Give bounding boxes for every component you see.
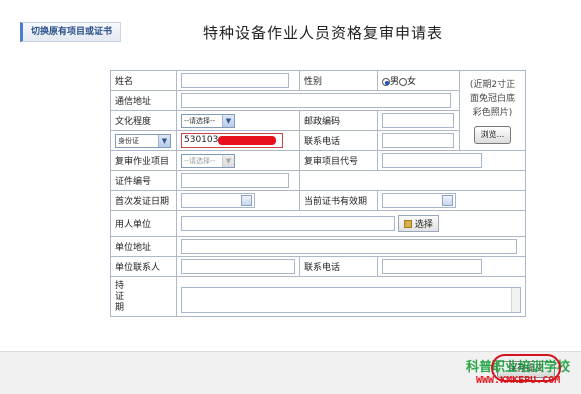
- calendar-icon[interactable]: [241, 195, 252, 206]
- row-name: 姓名 性别 男女 (近期2寸正面免冠白底彩色照片) 浏览...: [110, 70, 526, 151]
- redaction-mark: [218, 136, 276, 145]
- gender-male-radio[interactable]: [382, 77, 390, 86]
- id-type-value: 身份证: [118, 136, 139, 145]
- application-form: 姓名 性别 男女 (近期2寸正面免冠白底彩色照片) 浏览... 通信地址 文化程…: [110, 70, 526, 317]
- row-unit-address: 单位地址: [110, 236, 526, 257]
- review-code-label: 复审项目代号: [299, 150, 378, 171]
- phone-input[interactable]: [382, 133, 454, 148]
- row-cert-no: 证件编号: [110, 170, 526, 191]
- id-type-select[interactable]: 身份证 ▼: [115, 133, 171, 148]
- cert-valid-label: 当前证书有效期: [299, 190, 378, 211]
- unit-address-label: 单位地址: [110, 236, 177, 257]
- row-unit-contact: 单位联系人 联系电话: [110, 256, 526, 277]
- postcode-input[interactable]: [382, 113, 454, 128]
- employer-label: 用人单位: [110, 210, 177, 237]
- chevron-down-icon: ▼: [222, 154, 234, 167]
- postcode-label: 邮政编码: [299, 110, 378, 131]
- row-review-item: 复审作业项目 --请选择-- ▼ 复审项目代号: [110, 150, 526, 171]
- browse-button[interactable]: 浏览...: [473, 125, 512, 144]
- choose-button-label: 选择: [414, 220, 433, 230]
- name-label: 姓名: [110, 70, 177, 91]
- calendar-icon[interactable]: [442, 195, 453, 206]
- row-employer: 用人单位 选择: [110, 210, 526, 237]
- gender-label: 性别: [299, 70, 378, 91]
- page-title: 特种设备作业人员资格复审申请表: [203, 24, 444, 42]
- scrollbar[interactable]: [511, 288, 520, 312]
- gender-female-radio[interactable]: [399, 77, 408, 86]
- review-code-input[interactable]: [382, 153, 482, 168]
- review-item-select[interactable]: --请选择-- ▼: [181, 153, 235, 168]
- address-label: 通信地址: [110, 90, 177, 111]
- chevron-down-icon: ▼: [222, 114, 234, 127]
- unit-contact-input[interactable]: [181, 259, 295, 274]
- photo-note: (近期2寸正面免冠白底彩色照片): [469, 79, 516, 118]
- name-input[interactable]: [181, 73, 289, 88]
- review-item-label: 复审作业项目: [110, 150, 177, 171]
- gender-group: 男女: [377, 70, 460, 91]
- watermark-text: 科普职业培训学校: [466, 360, 571, 375]
- hold-cert-textarea[interactable]: [181, 287, 521, 313]
- id-number-value: 530103: [184, 135, 219, 145]
- row-dates: 首次发证日期 当前证书有效期: [110, 190, 526, 211]
- unit-phone-input[interactable]: [382, 259, 482, 274]
- gender-male-label: 男: [390, 77, 400, 87]
- cert-no-input[interactable]: [181, 173, 289, 188]
- address-input[interactable]: [181, 93, 451, 108]
- watermark-url: WWW.KMKEPU.COM: [476, 375, 561, 386]
- cert-no-label: 证件编号: [110, 170, 177, 191]
- education-select[interactable]: --请选择-- ▼: [181, 113, 235, 128]
- id-number-input[interactable]: 530103: [181, 133, 283, 148]
- unit-address-input[interactable]: [181, 239, 517, 254]
- cert-valid-input[interactable]: [382, 193, 456, 208]
- gender-female-label: 女: [407, 77, 417, 87]
- first-issue-label: 首次发证日期: [110, 190, 177, 211]
- education-select-value: --请选择--: [184, 116, 216, 125]
- photo-cell: (近期2寸正面免冠白底彩色照片) 浏览...: [459, 70, 526, 151]
- switch-project-tab[interactable]: 切换原有项目或证书: [20, 22, 121, 42]
- row-hold-cert: 持证期: [110, 276, 526, 317]
- chevron-down-icon: ▼: [158, 134, 170, 147]
- unit-contact-label: 单位联系人: [110, 256, 177, 277]
- unit-phone-label: 联系电话: [299, 256, 378, 277]
- phone-label: 联系电话: [299, 130, 378, 151]
- first-issue-input[interactable]: [181, 193, 255, 208]
- folder-icon: [403, 219, 412, 228]
- review-item-select-value: --请选择--: [184, 156, 216, 165]
- hold-cert-label: 持证期: [110, 276, 177, 317]
- hold-cert-label-text: 持证期: [115, 281, 125, 313]
- employer-input[interactable]: [181, 216, 395, 231]
- education-label: 文化程度: [110, 110, 177, 131]
- choose-button[interactable]: 选择: [397, 215, 439, 232]
